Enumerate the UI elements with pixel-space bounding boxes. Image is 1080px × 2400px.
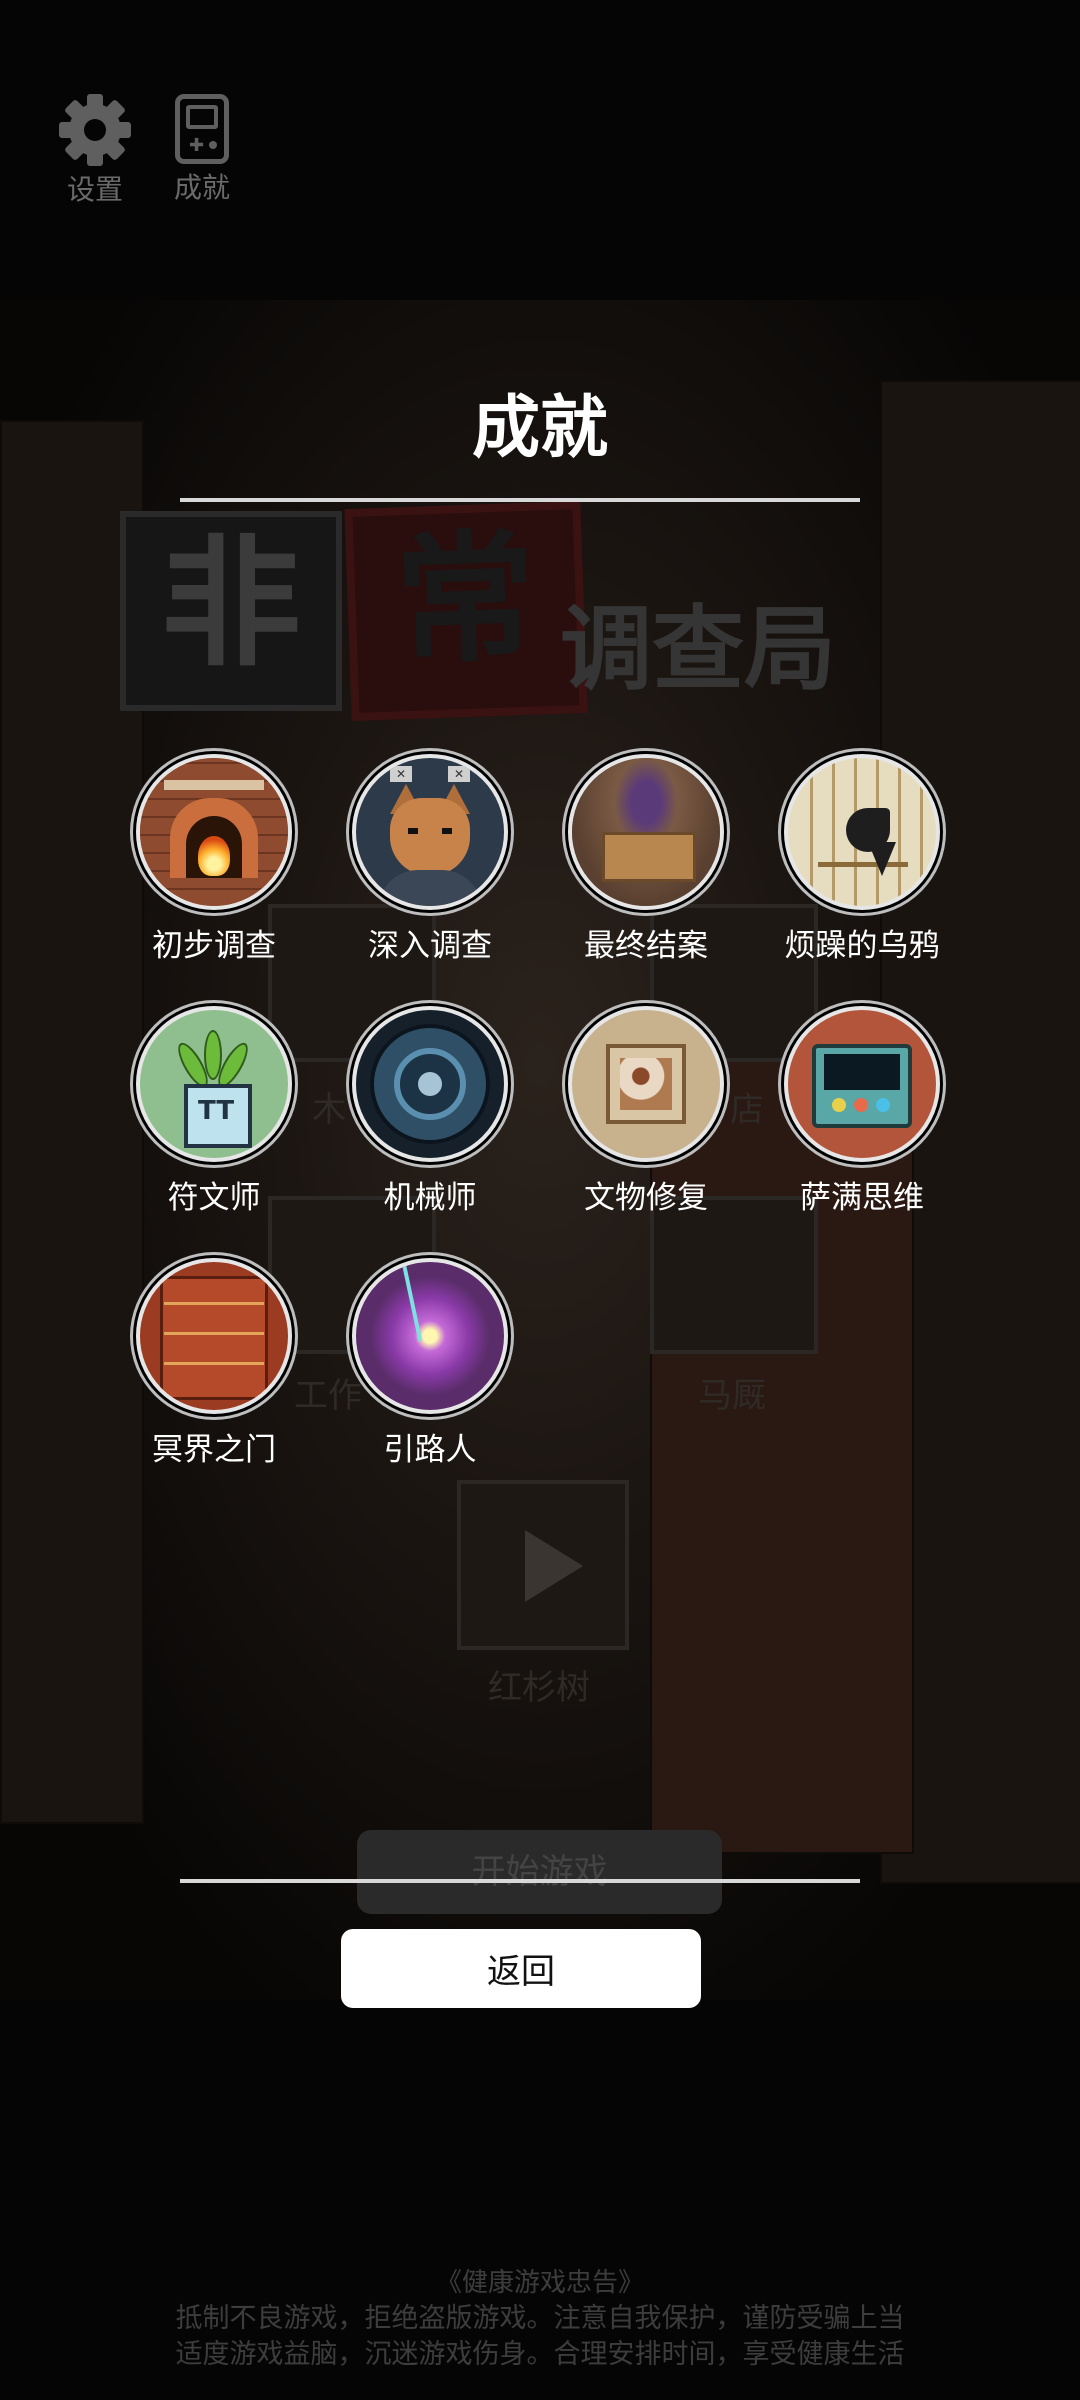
chest-icon — [568, 754, 724, 910]
achievement-shaman-mind[interactable]: 萨满思维 — [762, 1006, 962, 1217]
background-label-redwood: 红杉树 — [488, 1668, 590, 1708]
achievements-label: 成就 — [173, 171, 230, 204]
achievement-final-case[interactable]: 最终结案 — [546, 754, 746, 965]
achievement-irritable-crow[interactable]: 烦躁的乌鸦 — [762, 754, 962, 965]
achievement-name: 萨满思维 — [800, 1180, 924, 1216]
play-icon — [525, 1530, 583, 1602]
achievement-underworld-gate[interactable]: 冥界之门 — [114, 1258, 314, 1469]
gear-icon — [59, 94, 131, 166]
settings-label: 设置 — [66, 173, 123, 206]
back-button[interactable]: 返回 — [341, 1929, 701, 2008]
background-label-stable: 马厩 — [698, 1376, 766, 1416]
settings-button[interactable]: 设置 — [50, 94, 140, 208]
health-advice-title: 《健康游戏忠告》 — [435, 2268, 644, 2298]
background-tile-stable — [650, 1196, 818, 1354]
start-game-button: 开始游戏 — [357, 1830, 722, 1914]
wheel-icon — [352, 1006, 508, 1162]
logo-tail: 调查局 — [560, 596, 837, 703]
handheld-console-icon: ✚ — [175, 94, 229, 164]
achievement-name: 机械师 — [383, 1180, 477, 1216]
achievement-name: 最终结案 — [584, 928, 708, 964]
achievement-rune-master[interactable]: TT 符文师 — [114, 1006, 314, 1217]
achievement-mechanic[interactable]: 机械师 — [330, 1006, 530, 1217]
achievement-name: 引路人 — [383, 1432, 477, 1468]
health-advice-line-1: 抵制不良游戏，拒绝盗版游戏。注意自我保护，谨防受骗上当 — [175, 2303, 905, 2334]
radio-device-icon — [784, 1006, 940, 1162]
divider-bottom — [180, 1879, 860, 1883]
achievements-title: 成就 — [471, 389, 608, 468]
painting-icon — [568, 1006, 724, 1162]
achievement-name: 符文师 — [167, 1180, 261, 1216]
fox-icon: ✕ ✕ — [352, 754, 508, 910]
achievement-deep-investigation[interactable]: ✕ ✕ 深入调查 — [330, 754, 530, 965]
fireplace-icon — [136, 754, 292, 910]
portal-icon — [352, 1258, 508, 1414]
health-advice-line-2: 适度游戏益脑，沉迷游戏伤身。合理安排时间，享受健康生活 — [175, 2339, 905, 2370]
achievement-initial-investigation[interactable]: 初步调查 — [114, 754, 314, 965]
divider-top — [180, 498, 860, 502]
achievement-name: 烦躁的乌鸦 — [784, 928, 940, 964]
logo-char-2: 常 — [344, 500, 588, 722]
achievement-guide[interactable]: 引路人 — [330, 1258, 530, 1469]
achievement-name: 文物修复 — [584, 1180, 708, 1216]
achievement-name: 冥界之门 — [152, 1432, 276, 1468]
achievements-button[interactable]: ✚ 成就 — [157, 94, 247, 206]
achievement-name: 深入调查 — [368, 928, 492, 964]
game-logo: 非 常 调查局 — [120, 500, 950, 722]
plant-pot-icon: TT — [136, 1006, 292, 1162]
achievement-artifact-restoration[interactable]: 文物修复 — [546, 1006, 746, 1217]
logo-char-1: 非 — [120, 511, 342, 711]
crow-icon — [784, 754, 940, 910]
door-icon — [136, 1258, 292, 1414]
achievement-name: 初步调查 — [152, 928, 276, 964]
